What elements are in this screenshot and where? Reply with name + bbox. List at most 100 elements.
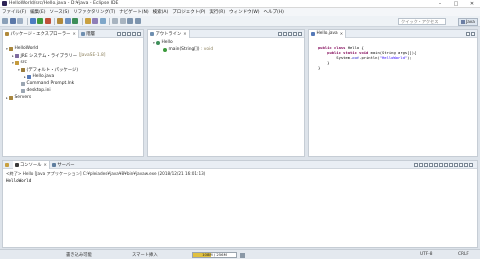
open-type-icon[interactable] [84, 18, 91, 24]
menu-edit[interactable]: 編集(E) [30, 9, 45, 15]
tree-label: JRE システム・ライブラリー [20, 53, 78, 59]
console-output[interactable]: HelloWorld [6, 178, 31, 183]
close-tab-icon[interactable]: ✕ [340, 31, 343, 36]
menu-file[interactable]: ファイル(F) [2, 9, 26, 15]
tree-decoration: [JavaSE-1.8] [78, 53, 106, 58]
back-icon[interactable] [127, 18, 133, 24]
minimize-icon[interactable]: – [432, 0, 448, 8]
clear-console-icon[interactable] [429, 162, 433, 167]
source-folder-icon [15, 60, 19, 65]
tree-item-command-prompt[interactable]: Command Prompt.lnk [18, 80, 74, 87]
remove-all-icon[interactable] [424, 162, 428, 167]
code-line[interactable]: public static void main(String args[]){ [318, 50, 416, 55]
tree-item-desktop-ini[interactable]: desktop.ini [18, 87, 51, 94]
remove-launch-icon[interactable] [419, 162, 423, 167]
status-insert-mode[interactable]: スマート挿入 [132, 252, 158, 258]
maximize-view-icon[interactable] [469, 162, 473, 167]
scroll-lock-icon[interactable] [434, 162, 438, 167]
code-line[interactable]: } [318, 65, 320, 70]
status-encoding[interactable]: UTF-8 [420, 252, 433, 257]
external-tools-icon[interactable] [44, 18, 51, 24]
view-menu-icon[interactable] [127, 31, 131, 36]
outline-method-main[interactable]: main(String[]) : void [160, 46, 213, 53]
new-class-icon[interactable] [72, 18, 78, 24]
library-icon [15, 53, 19, 58]
console-panel: コンソール ✕ サーバー <終了> Hello [Java アプリケーション] … [2, 160, 478, 248]
outline-class-hello[interactable]: ▾ Hello [153, 39, 173, 46]
next-annotation-icon[interactable] [112, 18, 118, 24]
close-icon[interactable]: ✕ [464, 0, 480, 8]
word-wrap-icon[interactable] [439, 162, 443, 167]
debug-icon[interactable] [29, 18, 36, 24]
java-perspective-button[interactable]: Java [458, 17, 478, 26]
package-explorer-icon [5, 31, 9, 36]
view-menu-icon[interactable] [293, 31, 297, 36]
minimize-view-icon[interactable] [466, 31, 470, 36]
search-icon[interactable] [92, 18, 98, 24]
code-line[interactable]: } [318, 60, 329, 65]
tab-problems[interactable] [3, 161, 13, 169]
tree-item-jre[interactable]: ▸ JRE システム・ライブラリー [JavaSE-1.8] [12, 52, 106, 59]
perspective-label: Java [466, 18, 475, 24]
menu-run[interactable]: 実行(R) [209, 9, 225, 15]
display-console-icon[interactable] [449, 162, 453, 167]
close-tab-icon[interactable]: ✕ [43, 162, 46, 167]
menu-navigate[interactable]: ナビゲート(N) [119, 9, 148, 15]
maximize-view-icon[interactable] [471, 31, 475, 36]
new-icon[interactable] [2, 18, 8, 24]
code-line[interactable]: public class Hello { [318, 45, 364, 50]
hide-fields-icon[interactable] [283, 31, 287, 36]
view-menu-icon[interactable] [459, 162, 463, 167]
menu-project[interactable]: プロジェクト(P) [172, 9, 205, 15]
close-tab-icon[interactable]: ✕ [72, 31, 75, 36]
forward-icon[interactable] [134, 18, 141, 24]
tree-item-hello-java[interactable]: ▸ Hello.java [24, 73, 54, 80]
menu-source[interactable]: ソース(S) [49, 9, 69, 15]
save-all-icon[interactable] [17, 18, 23, 24]
link-editor-icon[interactable] [122, 31, 126, 36]
tab-outline[interactable]: アウトライン ✕ [148, 29, 190, 38]
file-icon [21, 88, 25, 93]
open-console-icon[interactable] [454, 162, 458, 167]
run-icon[interactable] [37, 18, 43, 24]
terminate-icon[interactable] [414, 162, 418, 167]
heap-status[interactable]: 108M / 256M [192, 251, 237, 258]
java-file-icon [311, 31, 315, 36]
new-java-project-icon[interactable] [57, 18, 63, 24]
sort-icon[interactable] [278, 31, 282, 36]
save-icon[interactable] [9, 18, 16, 24]
servers-icon [51, 162, 56, 167]
tree-item-src[interactable]: ▾ src [12, 59, 27, 66]
tab-hello-java[interactable]: Hello.java ✕ [309, 29, 347, 38]
tree-item-default-package[interactable]: ▾ (デフォルト・パッケージ) [18, 66, 78, 73]
collapse-all-icon[interactable] [117, 31, 121, 36]
minimize-view-icon[interactable] [132, 31, 136, 36]
tab-package-explorer[interactable]: パッケージ・エクスプローラー ✕ [3, 29, 79, 38]
pin-console-icon[interactable] [444, 162, 448, 167]
status-line-delimiter[interactable]: CRLF [458, 252, 469, 257]
main-toolbar: クイック・アクセス Java [0, 16, 480, 27]
garbage-collect-icon[interactable] [240, 252, 245, 258]
tab-console[interactable]: コンソール ✕ [12, 160, 50, 169]
maximize-icon[interactable]: □ [448, 0, 464, 8]
code-line[interactable]: System.out.println("HelloWorld"); [318, 55, 411, 60]
minimize-view-icon[interactable] [298, 31, 302, 36]
quick-access-input[interactable]: クイック・アクセス [398, 18, 446, 25]
prev-annotation-icon[interactable] [119, 18, 126, 24]
menu-window[interactable]: ウィンドウ(W) [229, 9, 259, 15]
tree-item-servers[interactable]: ▸ Servers [6, 94, 31, 101]
editor-panel: Hello.java ✕ public class Hello { public… [308, 29, 478, 157]
open-task-icon[interactable] [99, 18, 106, 24]
close-tab-icon[interactable]: ✕ [183, 31, 186, 36]
hide-static-icon[interactable] [288, 31, 292, 36]
menu-refactor[interactable]: リファクタリング(T) [73, 9, 115, 15]
menu-search[interactable]: 検索(A) [153, 9, 169, 15]
new-package-icon[interactable] [64, 18, 71, 24]
tab-servers[interactable]: サーバー [50, 161, 77, 169]
heap-text: 108M / 256M [202, 251, 227, 257]
tab-hierarchy[interactable]: 階層 [79, 30, 97, 38]
minimize-view-icon[interactable] [464, 162, 468, 167]
menu-help[interactable]: ヘルプ(H) [264, 9, 284, 15]
maximize-view-icon[interactable] [137, 31, 141, 36]
tree-item-project[interactable]: ▾ HelloWorld [6, 45, 38, 52]
